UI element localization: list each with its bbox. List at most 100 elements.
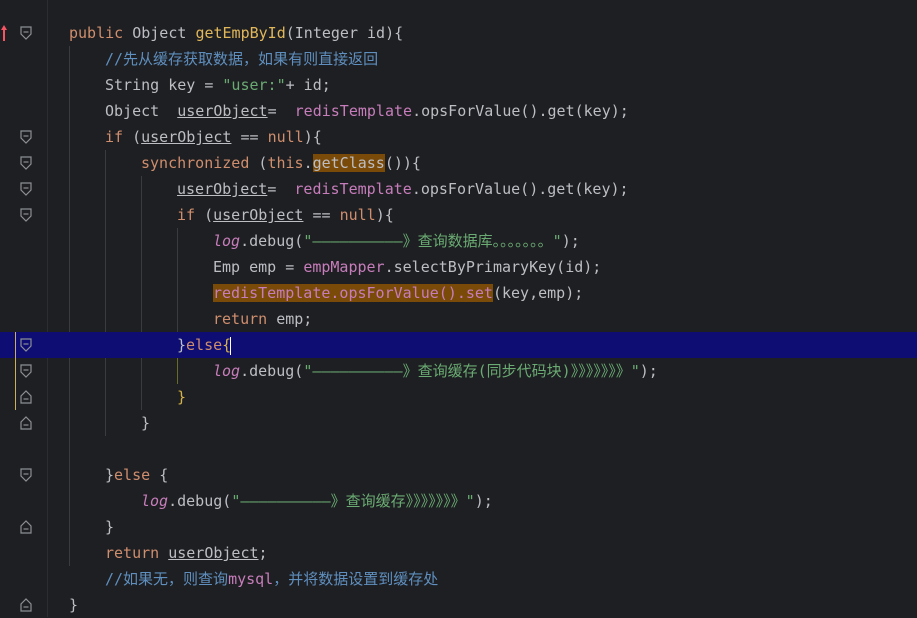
- code-token: else: [114, 466, 160, 484]
- code-token: "——————————》查询缓存》》》》》》》": [231, 492, 475, 510]
- code-token: this: [267, 154, 304, 172]
- code-token: userObject: [177, 102, 268, 120]
- code-token: .debug(: [168, 492, 232, 510]
- code-token: .debug(: [240, 232, 304, 250]
- fold-toggle-icon[interactable]: [20, 416, 32, 430]
- code-line[interactable]: synchronized (this.getClass()){: [0, 150, 917, 176]
- code-token: Emp emp =: [213, 258, 304, 276]
- code-token: redisTemplate: [294, 180, 412, 198]
- code-token: getEmpById: [195, 24, 286, 42]
- code-text: }: [105, 514, 114, 540]
- code-token: null: [339, 206, 376, 224]
- code-line[interactable]: }else {: [0, 462, 917, 488]
- text-cursor: [230, 336, 232, 355]
- code-token: Object: [132, 24, 196, 42]
- code-text: if (userObject == null){: [105, 124, 322, 150]
- code-line[interactable]: //如果无，则查询mysql，并将数据设置到缓存处: [0, 566, 917, 592]
- fold-toggle-icon[interactable]: [20, 156, 32, 170]
- code-line[interactable]: return userObject;: [0, 540, 917, 566]
- code-line[interactable]: return emp;: [0, 306, 917, 332]
- code-text: log.debug("——————————》查询缓存(同步代码块)》》》》》》》…: [213, 358, 658, 384]
- fold-toggle-icon[interactable]: [20, 338, 32, 352]
- code-token: ==: [231, 128, 268, 146]
- code-token: userObject: [168, 544, 259, 562]
- code-line[interactable]: if (userObject == null){: [0, 124, 917, 150]
- code-line[interactable]: public Object getEmpById(Integer id){: [0, 20, 917, 46]
- code-text: Emp emp = empMapper.selectByPrimaryKey(i…: [213, 254, 601, 280]
- code-text: synchronized (this.getClass()){: [141, 150, 421, 176]
- code-line[interactable]: [0, 436, 917, 462]
- code-token: userObject: [213, 206, 304, 224]
- fold-toggle-icon[interactable]: [20, 598, 32, 612]
- code-token: log: [213, 232, 241, 250]
- code-text: public Object getEmpById(Integer id){: [69, 20, 403, 46]
- code-token: mysql: [228, 570, 274, 588]
- code-text: log.debug("——————————》查询缓存》》》》》》》");: [141, 488, 493, 514]
- code-line[interactable]: }: [0, 384, 917, 410]
- code-text: log.debug("——————————》查询数据库。。。。。。。");: [213, 228, 580, 254]
- fold-toggle-icon[interactable]: [20, 208, 32, 222]
- code-token: (key,emp);: [492, 284, 584, 302]
- fold-toggle-icon[interactable]: [20, 468, 32, 482]
- code-text: String key = "user:"+ id;: [105, 72, 331, 98]
- code-line[interactable]: log.debug("——————————》查询缓存(同步代码块)》》》》》》》…: [0, 358, 917, 384]
- code-text: return emp;: [213, 306, 312, 332]
- code-line[interactable]: }: [0, 410, 917, 436]
- code-line[interactable]: log.debug("——————————》查询数据库。。。。。。。");: [0, 228, 917, 254]
- code-text: //如果无，则查询mysql，并将数据设置到缓存处: [105, 566, 438, 592]
- code-token: else: [186, 336, 223, 354]
- code-token: + id;: [285, 76, 331, 94]
- code-token: return: [105, 544, 169, 562]
- code-token: return: [213, 310, 277, 328]
- code-token: synchronized: [141, 154, 259, 172]
- code-token: {: [159, 466, 169, 484]
- code-line[interactable]: Object userObject= redisTemplate.opsForV…: [0, 98, 917, 124]
- code-token: userObject: [141, 128, 232, 146]
- code-token: "——————————》查询缓存(同步代码块)》》》》》》》": [303, 362, 640, 380]
- fold-toggle-icon[interactable]: [20, 182, 32, 196]
- code-line[interactable]: }: [0, 514, 917, 540]
- fold-toggle-icon[interactable]: [20, 130, 32, 144]
- code-line[interactable]: userObject= redisTemplate.opsForValue().…: [0, 176, 917, 202]
- fold-toggle-icon[interactable]: [20, 390, 32, 404]
- code-token: empMapper: [303, 258, 385, 276]
- vcs-change-marker[interactable]: [15, 332, 16, 410]
- code-token: );: [561, 232, 580, 250]
- code-token: null: [267, 128, 304, 146]
- fold-toggle-icon[interactable]: [20, 26, 32, 40]
- code-token: redisTemplate.opsForValue().set: [213, 284, 493, 302]
- code-text: Object userObject= redisTemplate.opsForV…: [105, 98, 629, 124]
- code-token: ){: [303, 128, 322, 146]
- code-token: );: [474, 492, 493, 510]
- code-token: }: [141, 414, 151, 432]
- fold-toggle-icon[interactable]: [20, 520, 32, 534]
- code-line[interactable]: Emp emp = empMapper.selectByPrimaryKey(i…: [0, 254, 917, 280]
- code-token: if: [177, 206, 205, 224]
- code-text: userObject= redisTemplate.opsForValue().…: [177, 176, 629, 202]
- code-token: public: [69, 24, 133, 42]
- code-text: if (userObject == null){: [177, 202, 394, 228]
- code-line[interactable]: redisTemplate.opsForValue().set(key,emp)…: [0, 280, 917, 306]
- override-up-arrow-icon[interactable]: [0, 24, 8, 42]
- code-line[interactable]: String key = "user:"+ id;: [0, 72, 917, 98]
- code-token: Object: [105, 102, 178, 120]
- code-token: getClass: [312, 154, 385, 172]
- code-line[interactable]: }else{: [0, 332, 917, 358]
- code-line[interactable]: log.debug("——————————》查询缓存》》》》》》》");: [0, 488, 917, 514]
- fold-toggle-icon[interactable]: [20, 364, 32, 378]
- code-token: .opsForValue().get(key);: [411, 180, 629, 198]
- code-token: ;: [258, 544, 268, 562]
- code-line[interactable]: //先从缓存获取数据，如果有则直接返回: [0, 46, 917, 72]
- code-text: }: [69, 592, 78, 618]
- code-token: redisTemplate: [294, 102, 413, 120]
- code-token: "——————————》查询数据库。。。。。。。": [303, 232, 562, 250]
- code-token: emp;: [276, 310, 313, 328]
- code-token: );: [639, 362, 658, 380]
- code-token: }: [69, 596, 79, 614]
- code-line[interactable]: if (userObject == null){: [0, 202, 917, 228]
- code-token: =: [267, 102, 295, 120]
- code-token: "user:": [222, 76, 286, 94]
- code-text: redisTemplate.opsForValue().set(key,emp)…: [213, 280, 583, 306]
- code-line[interactable]: }: [0, 592, 917, 618]
- code-token: .: [303, 154, 313, 172]
